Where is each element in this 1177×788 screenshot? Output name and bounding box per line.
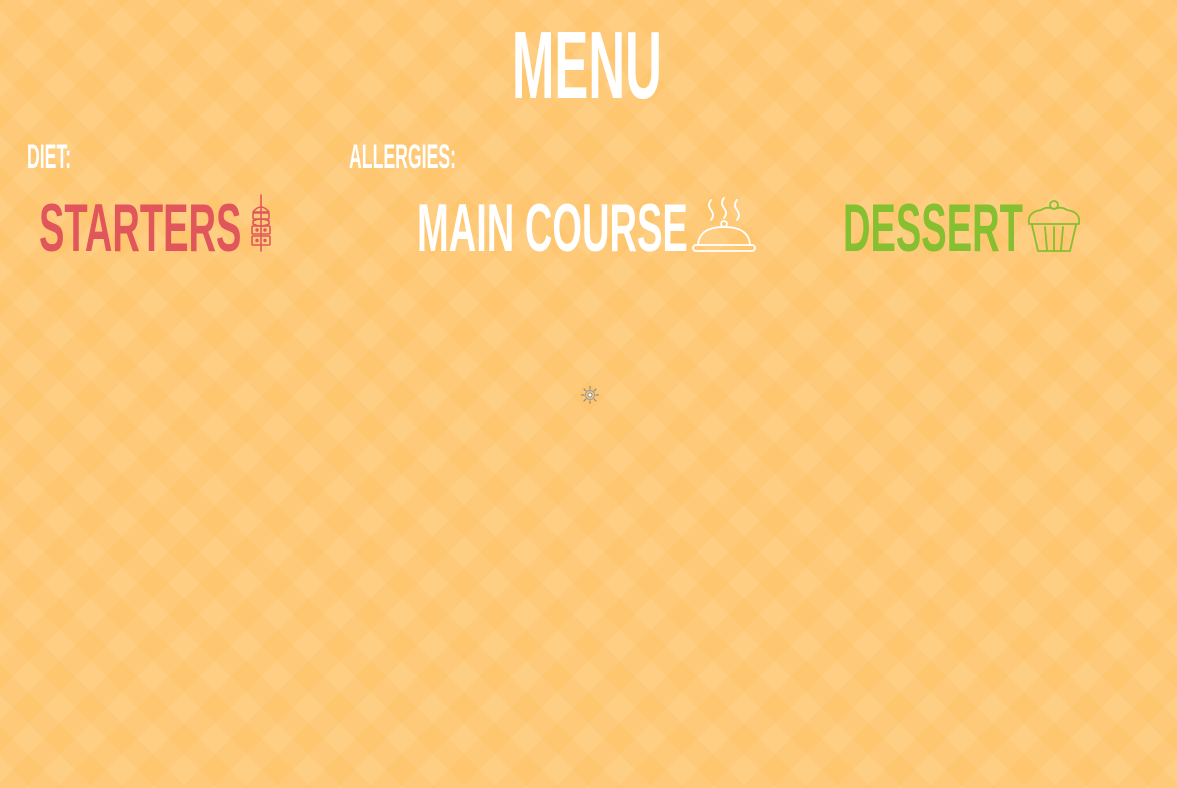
serving-cloche-icon (691, 196, 759, 258)
category-starters-label: STARTERS (39, 190, 242, 266)
page-title: MENU (512, 12, 662, 119)
allergies-filter-label[interactable]: ALLERGIES: (349, 140, 456, 174)
category-dessert[interactable]: DESSERT (843, 192, 1088, 262)
kebab-skewer-icon (248, 194, 274, 256)
cupcake-icon (1024, 198, 1084, 258)
loading-spinner-icon (580, 385, 600, 405)
diet-filter-label[interactable]: DIET: (27, 140, 71, 174)
category-main-course-label: MAIN COURSE (417, 190, 688, 266)
category-dessert-label: DESSERT (843, 190, 1023, 266)
category-starters[interactable]: STARTERS (39, 192, 279, 262)
category-main-course[interactable]: MAIN COURSE (417, 192, 762, 262)
